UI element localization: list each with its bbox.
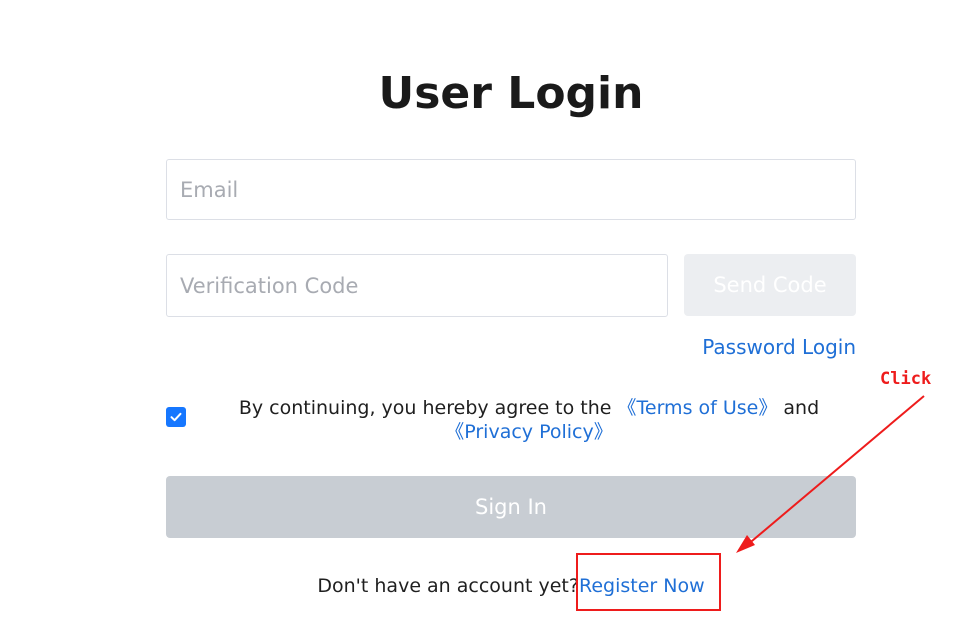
annotation-arrow-icon	[736, 395, 925, 553]
